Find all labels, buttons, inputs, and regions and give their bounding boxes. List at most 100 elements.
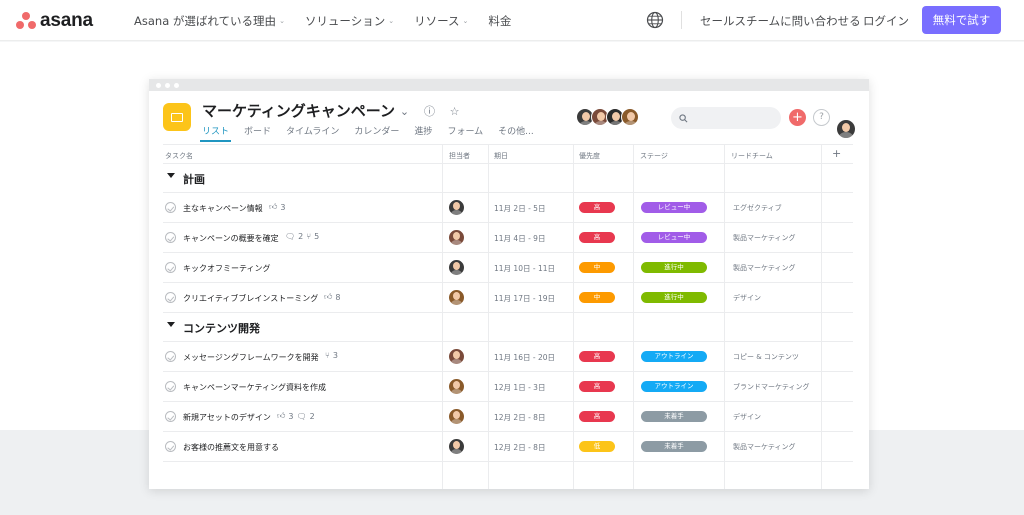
column-header-task[interactable]: タスク名 (165, 151, 193, 161)
assignee-avatar[interactable] (449, 379, 464, 394)
search-input[interactable] (671, 107, 781, 129)
due-date[interactable]: 12月 1日 - 3日 (494, 382, 545, 393)
complete-checkbox[interactable] (165, 441, 176, 452)
nav-item[interactable]: Asana が選ばれている理由 ⌄ (134, 13, 285, 29)
priority-badge[interactable]: 中 (579, 292, 615, 303)
project-tab[interactable]: 進捗 (414, 124, 432, 137)
priority-badge[interactable]: 高 (579, 411, 615, 422)
assignee-avatar[interactable] (449, 439, 464, 454)
project-tab[interactable]: タイムライン (286, 124, 339, 137)
lead-team[interactable]: 製品マーケティング (733, 263, 795, 273)
stage-badge[interactable]: レビュー中 (641, 202, 707, 213)
lead-team[interactable]: ブランドマーケティング (733, 382, 809, 392)
project-tab[interactable]: フォーム (447, 124, 483, 137)
task-row[interactable]: キャンペーンの概要を確定 🗨︎ 2 ⑂ 5 11月 4日 - 9日 高 レビュー中 製品マーケテ… (163, 223, 853, 253)
due-date[interactable]: 12月 2日 - 8日 (494, 412, 545, 423)
assignee-avatar[interactable] (449, 260, 464, 275)
login-link[interactable]: ログイン (863, 13, 909, 29)
project-tab[interactable]: その他... (498, 124, 534, 137)
stage-badge[interactable]: 進行中 (641, 292, 707, 303)
due-date[interactable]: 11月 10日 - 11日 (494, 263, 555, 274)
assignee-avatar[interactable] (449, 290, 464, 305)
complete-checkbox[interactable] (165, 202, 176, 213)
column-header-stage[interactable]: ステージ (640, 151, 668, 161)
stage-badge[interactable]: アウトライン (641, 381, 707, 392)
due-date[interactable]: 11月 16日 - 20日 (494, 352, 555, 363)
lead-team[interactable]: 製品マーケティング (733, 442, 795, 452)
assignee-avatar[interactable] (449, 200, 464, 215)
stage-badge[interactable]: 未着手 (641, 411, 707, 422)
task-row[interactable]: 主なキャンペーン情報 👍︎ 3 11月 2日 - 5日 高 レビュー中 エグゼクティブ (163, 193, 853, 223)
nav-item[interactable]: リソース ⌄ (414, 13, 468, 29)
due-date[interactable]: 11月 17日 - 19日 (494, 293, 555, 304)
complete-checkbox[interactable] (165, 232, 176, 243)
column-header-team[interactable]: リードチーム (731, 151, 773, 161)
lead-team[interactable]: エグゼクティブ (733, 203, 782, 213)
assignee-avatar[interactable] (449, 409, 464, 424)
add-column-button[interactable]: + (832, 147, 841, 160)
task-name[interactable]: 主なキャンペーン情報 (183, 203, 263, 214)
assignee-avatar[interactable] (449, 230, 464, 245)
task-name[interactable]: 新規アセットのデザイン (183, 412, 271, 423)
priority-badge[interactable]: 高 (579, 202, 615, 213)
help-button[interactable]: ? (813, 109, 830, 126)
task-row[interactable]: お客様の推薦文を用意する 12月 2日 - 8日 低 未着手 製品マーケティング (163, 432, 853, 462)
lead-team[interactable]: デザイン (733, 412, 761, 422)
project-tab[interactable]: リスト (199, 124, 232, 142)
asana-logo[interactable]: asana (16, 10, 93, 32)
due-date[interactable]: 12月 2日 - 8日 (494, 442, 545, 453)
project-members[interactable] (576, 108, 639, 126)
project-tab[interactable]: ボード (244, 124, 271, 137)
section-header[interactable]: 計画 (163, 164, 853, 193)
add-button[interactable]: + (789, 109, 806, 126)
priority-badge[interactable]: 高 (579, 351, 615, 362)
star-icon[interactable]: ☆ (448, 105, 461, 118)
stage-badge[interactable]: アウトライン (641, 351, 707, 362)
project-tab[interactable]: カレンダー (354, 124, 399, 137)
try-free-button[interactable]: 無料で試す (922, 6, 1001, 34)
complete-checkbox[interactable] (165, 292, 176, 303)
chevron-down-icon[interactable]: ⌄ (398, 105, 411, 118)
globe-icon[interactable] (646, 11, 664, 29)
task-name[interactable]: キックオフミーティング (183, 263, 271, 274)
stage-badge[interactable]: レビュー中 (641, 232, 707, 243)
task-name[interactable]: メッセージングフレームワークを開発 (183, 352, 319, 363)
complete-checkbox[interactable] (165, 381, 176, 392)
count: 3 (288, 411, 294, 421)
due-date[interactable]: 11月 4日 - 9日 (494, 233, 545, 244)
lead-team[interactable]: コピー & コンテンツ (733, 352, 799, 362)
task-row[interactable]: キックオフミーティング 11月 10日 - 11日 中 進行中 製品マーケティング (163, 253, 853, 283)
column-header-due[interactable]: 期日 (494, 151, 508, 161)
priority-badge[interactable]: 低 (579, 441, 615, 452)
priority-badge[interactable]: 高 (579, 381, 615, 392)
assignee-avatar[interactable] (449, 349, 464, 364)
column-header-priority[interactable]: 優先度 (579, 151, 600, 161)
stage-badge[interactable]: 進行中 (641, 262, 707, 273)
task-name[interactable]: クリエイティブブレインストーミング (183, 293, 318, 304)
task-row[interactable]: メッセージングフレームワークを開発 ⑂ 3 11月 16日 - 20日 高 アウトライン コ… (163, 342, 853, 372)
lead-team[interactable]: デザイン (733, 293, 761, 303)
task-row[interactable]: 新規アセットのデザイン 👍︎ 3 🗨︎ 2 12月 2日 - 8日 高 未着手 デザイン (163, 402, 853, 432)
section-header[interactable]: コンテンツ開発 (163, 313, 853, 342)
caret-down-icon[interactable] (167, 173, 175, 178)
due-date[interactable]: 11月 2日 - 5日 (494, 203, 545, 214)
task-row[interactable]: クリエイティブブレインストーミング 👍︎ 8 11月 17日 - 19日 中 進行中 デザイ… (163, 283, 853, 313)
priority-badge[interactable]: 中 (579, 262, 615, 273)
lead-team[interactable]: 製品マーケティング (733, 233, 795, 243)
task-name[interactable]: お客様の推薦文を用意する (183, 442, 279, 453)
user-avatar[interactable] (837, 120, 855, 138)
task-name[interactable]: キャンペーンマーケティング資料を作成 (183, 382, 326, 393)
caret-down-icon[interactable] (167, 322, 175, 327)
nav-item[interactable]: 料金 (488, 13, 511, 29)
stage-badge[interactable]: 未着手 (641, 441, 707, 452)
contact-sales-link[interactable]: セールスチームに問い合わせる (700, 13, 861, 29)
priority-badge[interactable]: 高 (579, 232, 615, 243)
complete-checkbox[interactable] (165, 351, 176, 362)
complete-checkbox[interactable] (165, 411, 176, 422)
nav-item[interactable]: ソリューション ⌄ (305, 13, 394, 29)
column-header-assignee[interactable]: 担当者 (449, 151, 470, 161)
info-icon[interactable]: ⓘ (423, 103, 436, 119)
task-name[interactable]: キャンペーンの概要を確定 (183, 233, 279, 244)
task-row[interactable]: キャンペーンマーケティング資料を作成 12月 1日 - 3日 高 アウトライン ブランド… (163, 372, 853, 402)
complete-checkbox[interactable] (165, 262, 176, 273)
